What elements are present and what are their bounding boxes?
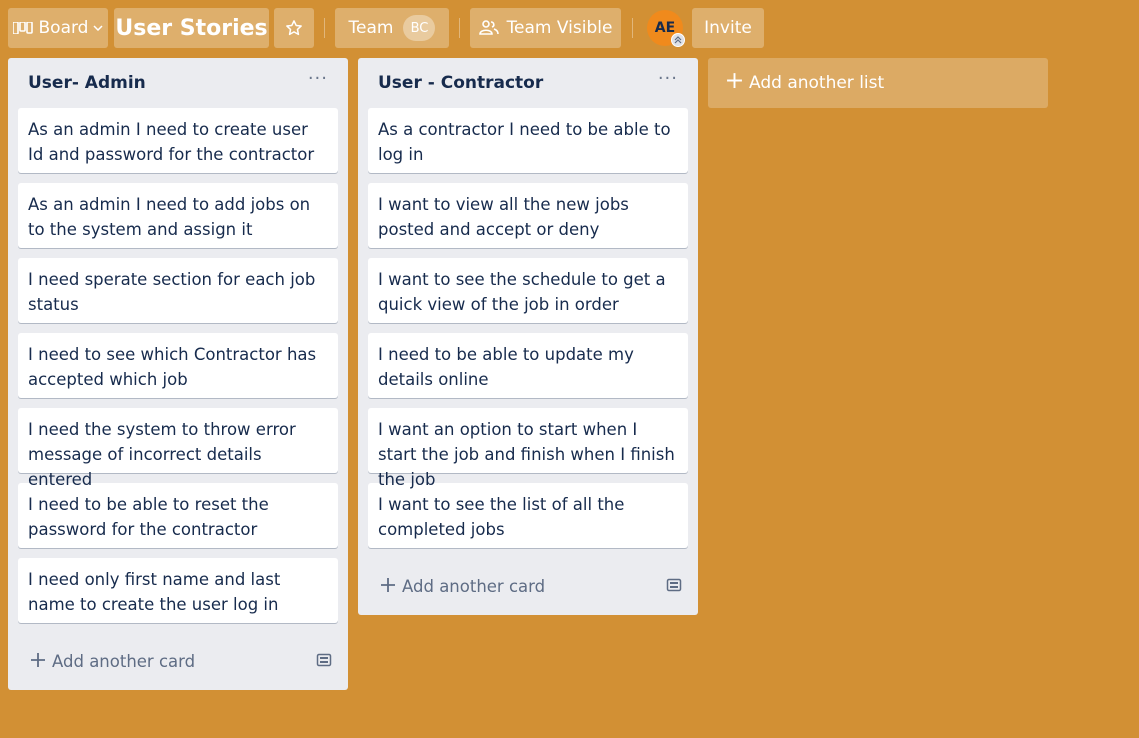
card-template-icon[interactable] bbox=[316, 652, 332, 672]
card[interactable]: As a contractor I need to be able to log… bbox=[368, 108, 688, 173]
team-avatar: BC bbox=[403, 15, 436, 41]
card-template-icon[interactable] bbox=[666, 577, 682, 597]
card[interactable]: I need to be able to reset the password … bbox=[18, 483, 338, 548]
chevron-down-icon bbox=[93, 25, 104, 31]
team-button[interactable]: Team BC bbox=[335, 8, 449, 48]
card[interactable]: As an admin I need to add jobs on to the… bbox=[18, 183, 338, 248]
admin-chevron-icon bbox=[671, 33, 685, 47]
card[interactable]: I need sperate section for each job stat… bbox=[18, 258, 338, 323]
plus-icon bbox=[380, 577, 396, 597]
star-icon bbox=[285, 19, 303, 37]
invite-button[interactable]: Invite bbox=[692, 8, 764, 48]
card[interactable]: I want to view all the new jobs posted a… bbox=[368, 183, 688, 248]
more-icon[interactable]: ··· bbox=[658, 70, 678, 92]
board-switcher-button[interactable]: Board bbox=[8, 8, 108, 48]
board-title[interactable]: User Stories bbox=[114, 8, 269, 48]
add-card-label: Add another card bbox=[52, 652, 196, 671]
invite-label: Invite bbox=[704, 18, 752, 38]
list-header: User- Admin ··· bbox=[8, 58, 348, 108]
list-title[interactable]: User - Contractor bbox=[378, 73, 543, 93]
card[interactable]: I want to see the list of all the comple… bbox=[368, 483, 688, 548]
header-divider bbox=[324, 18, 325, 38]
add-list-label: Add another list bbox=[749, 73, 885, 93]
board-title-text: User Stories bbox=[115, 15, 268, 41]
plus-icon bbox=[726, 72, 743, 94]
header-divider bbox=[459, 18, 460, 38]
add-list-button[interactable]: Add another list bbox=[708, 58, 1048, 108]
list-footer: Add another card bbox=[8, 633, 348, 690]
list-header: User - Contractor ··· bbox=[358, 58, 698, 108]
card[interactable]: As an admin I need to create user Id and… bbox=[18, 108, 338, 173]
add-card-button[interactable]: Add another card bbox=[380, 577, 545, 597]
list-user-admin: User- Admin ··· As an admin I need to cr… bbox=[8, 58, 348, 690]
plus-icon bbox=[30, 652, 46, 672]
card[interactable]: I need to be able to update my details o… bbox=[368, 333, 688, 398]
card[interactable]: I want to see the schedule to get a quic… bbox=[368, 258, 688, 323]
team-visible-icon bbox=[478, 19, 499, 37]
card[interactable]: I want an option to start when I start t… bbox=[368, 408, 688, 489]
team-label: Team bbox=[348, 18, 394, 38]
more-icon[interactable]: ··· bbox=[308, 70, 328, 92]
board-header: Board User Stories Team BC Team Visible … bbox=[0, 0, 1139, 58]
visibility-button[interactable]: Team Visible bbox=[470, 8, 621, 48]
card-list: As an admin I need to create user Id and… bbox=[8, 108, 348, 623]
card[interactable]: I need to see which Contractor has accep… bbox=[18, 333, 338, 398]
list-user-contractor: User - Contractor ··· As a contractor I … bbox=[358, 58, 698, 615]
board-icon bbox=[12, 22, 33, 34]
member-avatar[interactable]: AE bbox=[647, 10, 685, 47]
list-title[interactable]: User- Admin bbox=[28, 73, 146, 93]
card[interactable]: I need only first name and last name to … bbox=[18, 558, 338, 623]
member-initials: AE bbox=[654, 20, 676, 36]
add-card-button[interactable]: Add another card bbox=[30, 652, 195, 672]
add-card-label: Add another card bbox=[402, 577, 546, 596]
card-list: As a contractor I need to be able to log… bbox=[358, 108, 698, 548]
star-button[interactable] bbox=[274, 8, 314, 48]
card[interactable]: I need the system to throw error message… bbox=[18, 408, 338, 489]
list-footer: Add another card bbox=[358, 558, 698, 615]
header-divider bbox=[632, 18, 633, 38]
visibility-label: Team Visible bbox=[506, 18, 613, 38]
board-switcher-label: Board bbox=[38, 18, 89, 38]
